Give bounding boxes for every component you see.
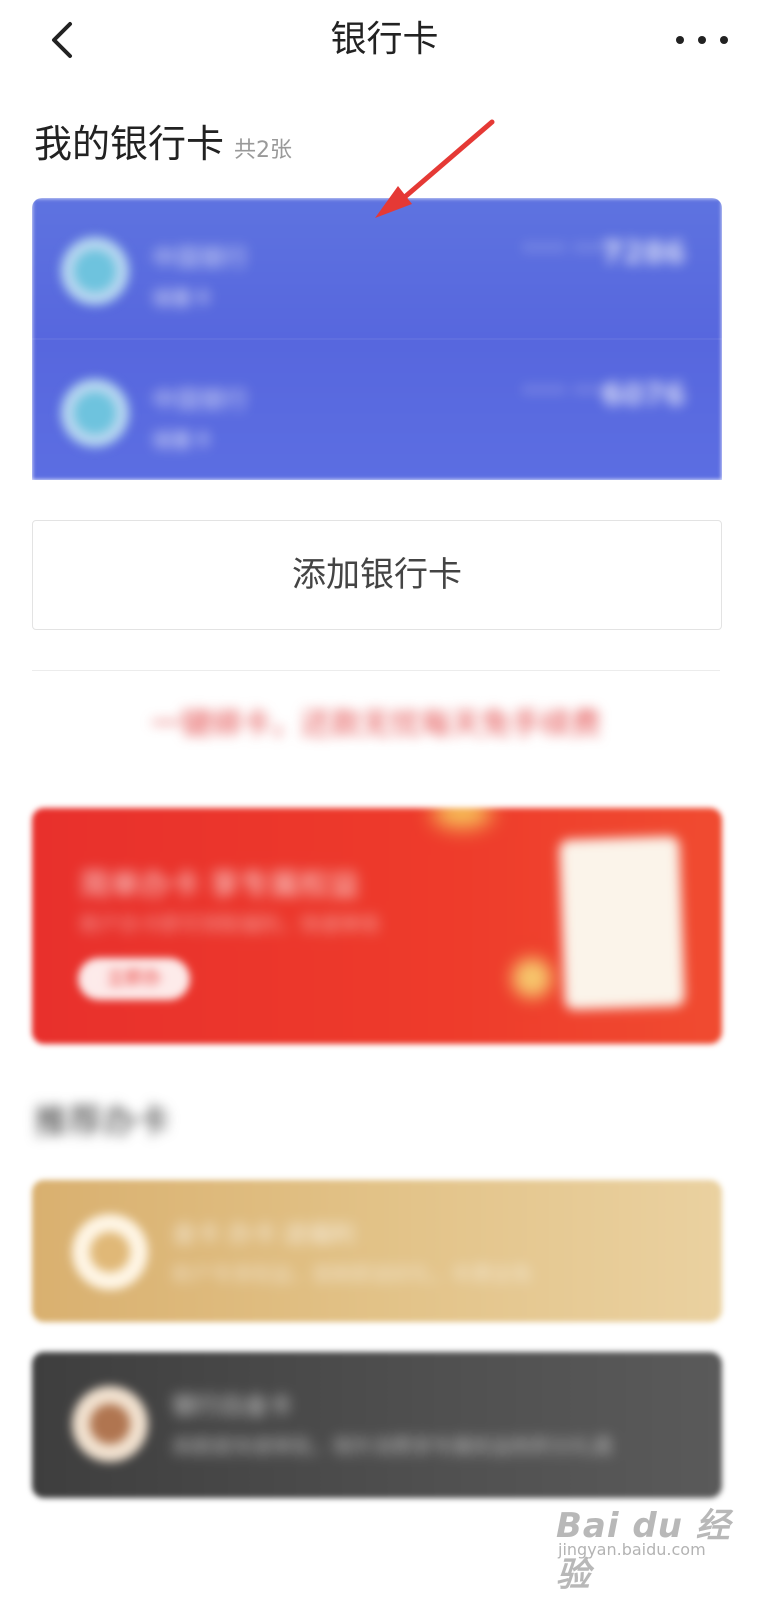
card-last4: 6076 xyxy=(602,378,686,413)
banner-apply-button[interactable]: 立即办 xyxy=(78,958,190,1000)
banner-subtitle: 新户办卡即可领取福利，快速审核 xyxy=(80,912,380,936)
card-last4: 7286 xyxy=(602,236,686,271)
card-type: 储蓄卡 xyxy=(152,428,212,452)
card-count: 共2张 xyxy=(234,138,293,163)
bank-name: 中国银行 xyxy=(152,244,248,272)
bank-logo-icon xyxy=(60,236,130,306)
recommended-card-name: 金卡 办卡 送福利 xyxy=(172,1220,356,1248)
banner-title: 简单办卡 享专属权益 xyxy=(80,868,360,903)
card-brand-icon xyxy=(72,1386,148,1462)
card-brand-icon xyxy=(72,1214,148,1290)
card-type: 储蓄卡 xyxy=(152,286,212,310)
my-cards-heading: 我的银行卡 共2张 xyxy=(34,118,292,177)
baidu-watermark: Bai du 经验 jingyan.baidu.com xyxy=(556,1498,736,1595)
promo-banner[interactable]: 简单办卡 享专属权益 新户办卡即可领取福利，快速审核 立即办 xyxy=(32,808,722,1044)
bank-name: 中国银行 xyxy=(152,386,248,414)
more-button[interactable] xyxy=(672,20,732,60)
page-title: 银行卡 xyxy=(330,19,439,60)
recommended-card-desc: 新户专享权益，首刷即送好礼，年费全免 xyxy=(172,1262,532,1286)
promo-link[interactable]: 一键绑卡，还款无忧每天免手续费 xyxy=(32,670,720,767)
banner-card-image xyxy=(559,835,685,1011)
nav-header: 银行卡 xyxy=(0,0,769,84)
banner-decoration xyxy=(512,958,552,998)
bank-card-list: 中国银行 储蓄卡 **** **** 7286 中国银行 储蓄卡 **** **… xyxy=(32,198,722,480)
banner-apply-label: 立即办 xyxy=(107,968,161,989)
bank-card-item[interactable]: 中国银行 储蓄卡 **** **** 7286 xyxy=(32,198,722,338)
recommended-card-item[interactable]: 银行白金卡 高额度快速审批，境外消费享专属权益和积分礼遇 xyxy=(32,1352,722,1498)
banner-decoration xyxy=(432,808,492,828)
recommended-card-desc: 高额度快速审批，境外消费享专属权益和积分礼遇 xyxy=(172,1434,612,1458)
recommended-title: 推荐办卡 xyxy=(34,1102,170,1142)
watermark-url: jingyan.baidu.com xyxy=(558,1540,706,1559)
more-horizontal-icon xyxy=(676,36,728,44)
add-bank-card-label: 添加银行卡 xyxy=(292,555,462,595)
bank-logo-icon xyxy=(60,378,130,448)
recommended-card-name: 银行白金卡 xyxy=(172,1392,292,1420)
add-bank-card-button[interactable]: 添加银行卡 xyxy=(32,520,722,630)
recommended-card-item[interactable]: 金卡 办卡 送福利 新户专享权益，首刷即送好礼，年费全免 xyxy=(32,1180,722,1322)
my-cards-title: 我的银行卡 xyxy=(34,122,225,166)
promo-text: 一键绑卡，还款无忧每天免手续费 xyxy=(151,707,601,742)
bank-card-item[interactable]: 中国银行 储蓄卡 **** **** 6076 xyxy=(32,338,722,480)
